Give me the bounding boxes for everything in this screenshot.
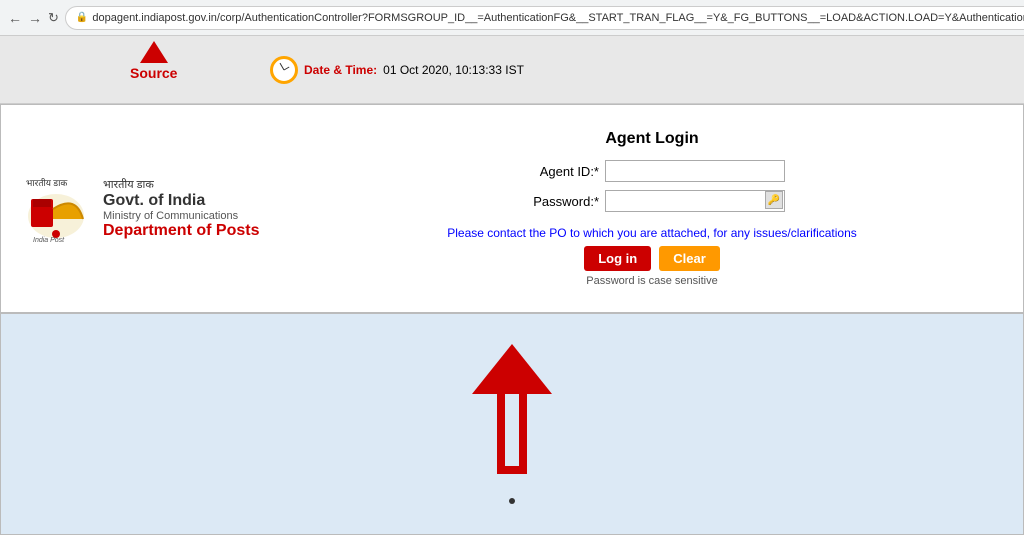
india-post-logo: भारतीय डाक India Post (21, 174, 91, 244)
source-arrow-icon (140, 41, 168, 63)
datetime-area: Date & Time: 01 Oct 2020, 10:13:33 IST (270, 56, 524, 84)
dept-posts-label: Department of Posts (103, 222, 259, 240)
emblem-hindi: भारतीय डाक (103, 177, 259, 192)
arrow-body-icon (497, 394, 527, 474)
datetime-value: 01 Oct 2020, 10:13:33 IST (383, 63, 524, 77)
logo-section: भारतीय डाक India Post भारतीय डाक (21, 174, 301, 244)
hindi-text: भारतीय डाक (103, 177, 154, 192)
agent-id-row: Agent ID:* (519, 160, 785, 182)
browser-chrome: ← → ↻ 🔒 dopagent.indiapost.gov.in/corp/A… (0, 0, 1024, 36)
bottom-section (1, 314, 1023, 534)
login-button[interactable]: Log in (584, 246, 651, 271)
password-row: Password:* 🔑 (519, 190, 785, 212)
logo-text-block: भारतीय डाक Govt. of India Ministry of Co… (103, 177, 259, 240)
clock-icon (270, 56, 298, 84)
dot-indicator (509, 498, 515, 504)
main-content: भारतीय डाक India Post भारतीय डाक (0, 104, 1024, 535)
svg-text:भारतीय डाक: भारतीय डाक (26, 177, 68, 188)
button-row: Log in Clear (584, 246, 720, 271)
key-icon[interactable]: 🔑 (765, 191, 783, 209)
svg-text:India Post: India Post (33, 237, 65, 244)
password-input[interactable] (605, 190, 785, 212)
case-sensitive-message: Password is case sensitive (586, 275, 717, 287)
forward-button[interactable]: → (28, 7, 42, 29)
ministry-label: Ministry of Communications (103, 210, 259, 222)
clear-button[interactable]: Clear (659, 246, 720, 271)
annotation-bar: Source Date & Time: 01 Oct 2020, 10:13:3… (0, 36, 1024, 104)
datetime-label: Date & Time: (304, 63, 377, 77)
login-panel: भारतीय डाक India Post भारतीय डाक (1, 105, 1023, 314)
login-form-section: Agent Login Agent ID:* Password:* 🔑 Plea… (301, 120, 1003, 297)
address-bar[interactable]: 🔒 dopagent.indiapost.gov.in/corp/Authent… (65, 6, 1024, 30)
agent-login-title: Agent Login (605, 130, 698, 148)
contact-message: Please contact the PO to which you are a… (447, 226, 857, 240)
password-label: Password:* (519, 194, 599, 209)
password-wrapper: 🔑 (605, 190, 785, 212)
reload-button[interactable]: ↻ (48, 7, 59, 29)
back-button[interactable]: ← (8, 7, 22, 29)
lock-icon: 🔒 (76, 12, 88, 23)
url-text: dopagent.indiapost.gov.in/corp/Authentic… (92, 12, 1024, 24)
big-arrow-annotation (472, 344, 552, 474)
govt-india-label: Govt. of India (103, 192, 259, 210)
arrow-head-icon (472, 344, 552, 394)
agent-id-input[interactable] (605, 160, 785, 182)
logo-svg: भारतीय डाक India Post (21, 174, 91, 244)
source-annotation: Source (130, 41, 177, 81)
source-label: Source (130, 65, 177, 81)
agent-id-label: Agent ID:* (519, 164, 599, 179)
